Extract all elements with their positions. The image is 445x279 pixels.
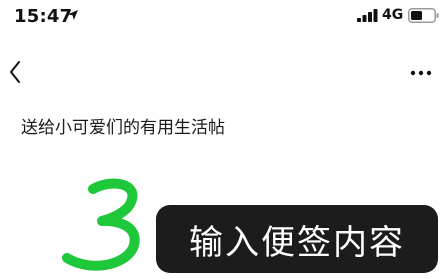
step-number: 3 (62, 178, 140, 271)
caption-bubble: 输入便签内容 (156, 205, 438, 273)
status-bar: 15:47 4G (0, 0, 445, 34)
ellipsis-icon (410, 70, 432, 76)
post-title: 送给小可爱们的有用生活帖 (21, 118, 225, 138)
status-time: 15:47 (14, 6, 73, 27)
chevron-left-icon (10, 61, 20, 83)
signal-bars-icon (357, 9, 378, 22)
location-arrow-icon (68, 10, 78, 20)
battery-icon (408, 8, 439, 23)
back-button[interactable] (6, 56, 28, 90)
more-button[interactable] (406, 62, 436, 84)
caption-text: 输入便签内容 (189, 222, 405, 263)
network-type-label: 4G (382, 7, 404, 23)
